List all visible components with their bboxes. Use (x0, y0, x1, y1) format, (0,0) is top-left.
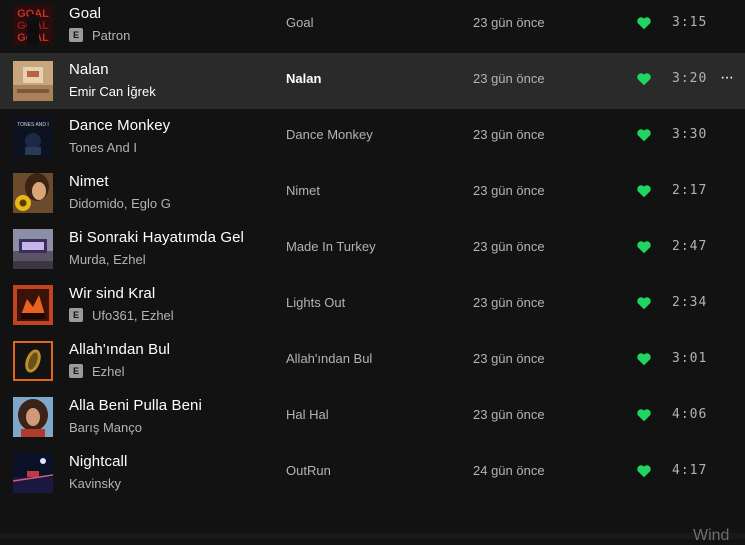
heart-icon[interactable] (636, 239, 652, 255)
track-duration: 2:17 (672, 183, 708, 198)
more-options-icon[interactable]: ··· (720, 69, 734, 87)
lights-out-cover-icon (13, 285, 53, 325)
artist-line: Emir Can İğrek (69, 83, 156, 99)
date-added: 23 gün önce (473, 71, 545, 86)
explicit-badge: E (69, 308, 83, 322)
track-album[interactable]: Made In Turkey (286, 239, 376, 254)
heart-icon[interactable] (636, 463, 652, 479)
nalan-cover-icon (13, 61, 53, 101)
track-duration: 4:06 (672, 407, 708, 422)
artist-line: Kavinsky (69, 475, 121, 491)
artist-line: Murda, Ezhel (69, 251, 146, 267)
track-row[interactable]: Bi Sonraki Hayatımda Gel Murda, Ezhel Ma… (0, 221, 745, 277)
heart-icon[interactable] (636, 15, 652, 31)
hal-hal-cover-icon (13, 397, 53, 437)
goal-cover-icon: GOAL GOAL GOAL (13, 5, 53, 45)
track-duration: 3:01 (672, 351, 708, 366)
track-artist[interactable]: Patron (92, 28, 130, 43)
track-row[interactable]: Alla Beni Pulla Beni Barış Manço Hal Hal… (0, 389, 745, 445)
track-row[interactable]: GOAL GOAL GOAL Goal E Patron Goal 23 gün… (0, 0, 745, 53)
track-artist[interactable]: Ufo361, Ezhel (92, 308, 174, 323)
allahindan-bul-cover-icon (13, 341, 53, 381)
track-album[interactable]: Nimet (286, 183, 320, 198)
track-title[interactable]: Allah'ından Bul (69, 341, 170, 358)
track-artist[interactable]: Barış Manço (69, 420, 142, 435)
track-duration: 4:17 (672, 463, 708, 478)
heart-icon[interactable] (636, 295, 652, 311)
track-row[interactable]: Nalan Emir Can İğrek Nalan 23 gün önce 3… (0, 53, 745, 109)
heart-icon[interactable] (636, 183, 652, 199)
artist-line: E Ezhel (69, 363, 125, 379)
explicit-badge: E (69, 364, 83, 378)
track-duration: 3:15 (672, 15, 708, 30)
heart-icon[interactable] (636, 407, 652, 423)
track-title[interactable]: Dance Monkey (69, 117, 170, 134)
date-added: 23 gün önce (473, 183, 545, 198)
track-row[interactable]: Allah'ından Bul E Ezhel Allah'ından Bul … (0, 333, 745, 389)
track-duration: 3:30 (672, 127, 708, 142)
track-row[interactable]: TONES AND I Dance Monkey Tones And I Dan… (0, 109, 745, 165)
track-album[interactable]: Hal Hal (286, 407, 329, 422)
track-title[interactable]: Nimet (69, 173, 109, 190)
track-artist[interactable]: Tones And I (69, 140, 137, 155)
explicit-badge: E (69, 28, 83, 42)
date-added: 23 gün önce (473, 351, 545, 366)
date-added: 23 gün önce (473, 407, 545, 422)
heart-icon[interactable] (636, 351, 652, 367)
tracklist: GOAL GOAL GOAL Goal E Patron Goal 23 gün… (0, 0, 745, 544)
track-album[interactable]: Allah'ından Bul (286, 351, 372, 366)
date-added: 23 gün önce (473, 295, 545, 310)
windows-watermark: Wind (693, 527, 730, 544)
heart-icon[interactable] (636, 71, 652, 87)
track-album[interactable]: Dance Monkey (286, 127, 373, 142)
date-added: 23 gün önce (473, 15, 545, 30)
track-album[interactable]: OutRun (286, 463, 331, 478)
heart-icon[interactable] (636, 127, 652, 143)
track-title[interactable]: Nalan (69, 61, 109, 78)
outrun-cover-icon (13, 453, 53, 493)
track-artist[interactable]: Didomido, Eglo G (69, 196, 171, 211)
date-added: 23 gün önce (473, 239, 545, 254)
track-album[interactable]: Goal (286, 15, 313, 30)
cover-text: TONES AND I (17, 122, 49, 128)
artist-line: Tones And I (69, 139, 137, 155)
track-row[interactable]: Wir sind Kral E Ufo361, Ezhel Lights Out… (0, 277, 745, 333)
track-album[interactable]: Nalan (286, 71, 321, 86)
date-added: 24 gün önce (473, 463, 545, 478)
nimet-cover-icon (13, 173, 53, 213)
track-duration: 2:34 (672, 295, 708, 310)
track-artist[interactable]: Murda, Ezhel (69, 252, 146, 267)
track-duration: 2:47 (672, 239, 708, 254)
track-row[interactable]: Nimet Didomido, Eglo G Nimet 23 gün önce… (0, 165, 745, 221)
track-artist[interactable]: Kavinsky (69, 476, 121, 491)
track-duration: 3:20 (672, 71, 708, 86)
artist-line: E Ufo361, Ezhel (69, 307, 174, 323)
track-artist[interactable]: Emir Can İğrek (69, 84, 156, 99)
dance-monkey-cover-icon: TONES AND I (13, 117, 53, 157)
made-in-turkey-cover-icon (13, 229, 53, 269)
track-album[interactable]: Lights Out (286, 295, 345, 310)
date-added: 23 gün önce (473, 127, 545, 142)
track-title[interactable]: Alla Beni Pulla Beni (69, 397, 202, 414)
track-title[interactable]: Goal (69, 5, 101, 22)
track-title[interactable]: Wir sind Kral (69, 285, 155, 302)
artist-line: E Patron (69, 27, 130, 43)
track-title[interactable]: Bi Sonraki Hayatımda Gel (69, 229, 244, 246)
track-artist[interactable]: Ezhel (92, 364, 125, 379)
artist-line: Didomido, Eglo G (69, 195, 171, 211)
track-row[interactable]: Nightcall Kavinsky OutRun 24 gün önce 4:… (0, 445, 745, 501)
track-title[interactable]: Nightcall (69, 453, 127, 470)
artist-line: Barış Manço (69, 419, 142, 435)
bottom-divider (0, 533, 745, 539)
